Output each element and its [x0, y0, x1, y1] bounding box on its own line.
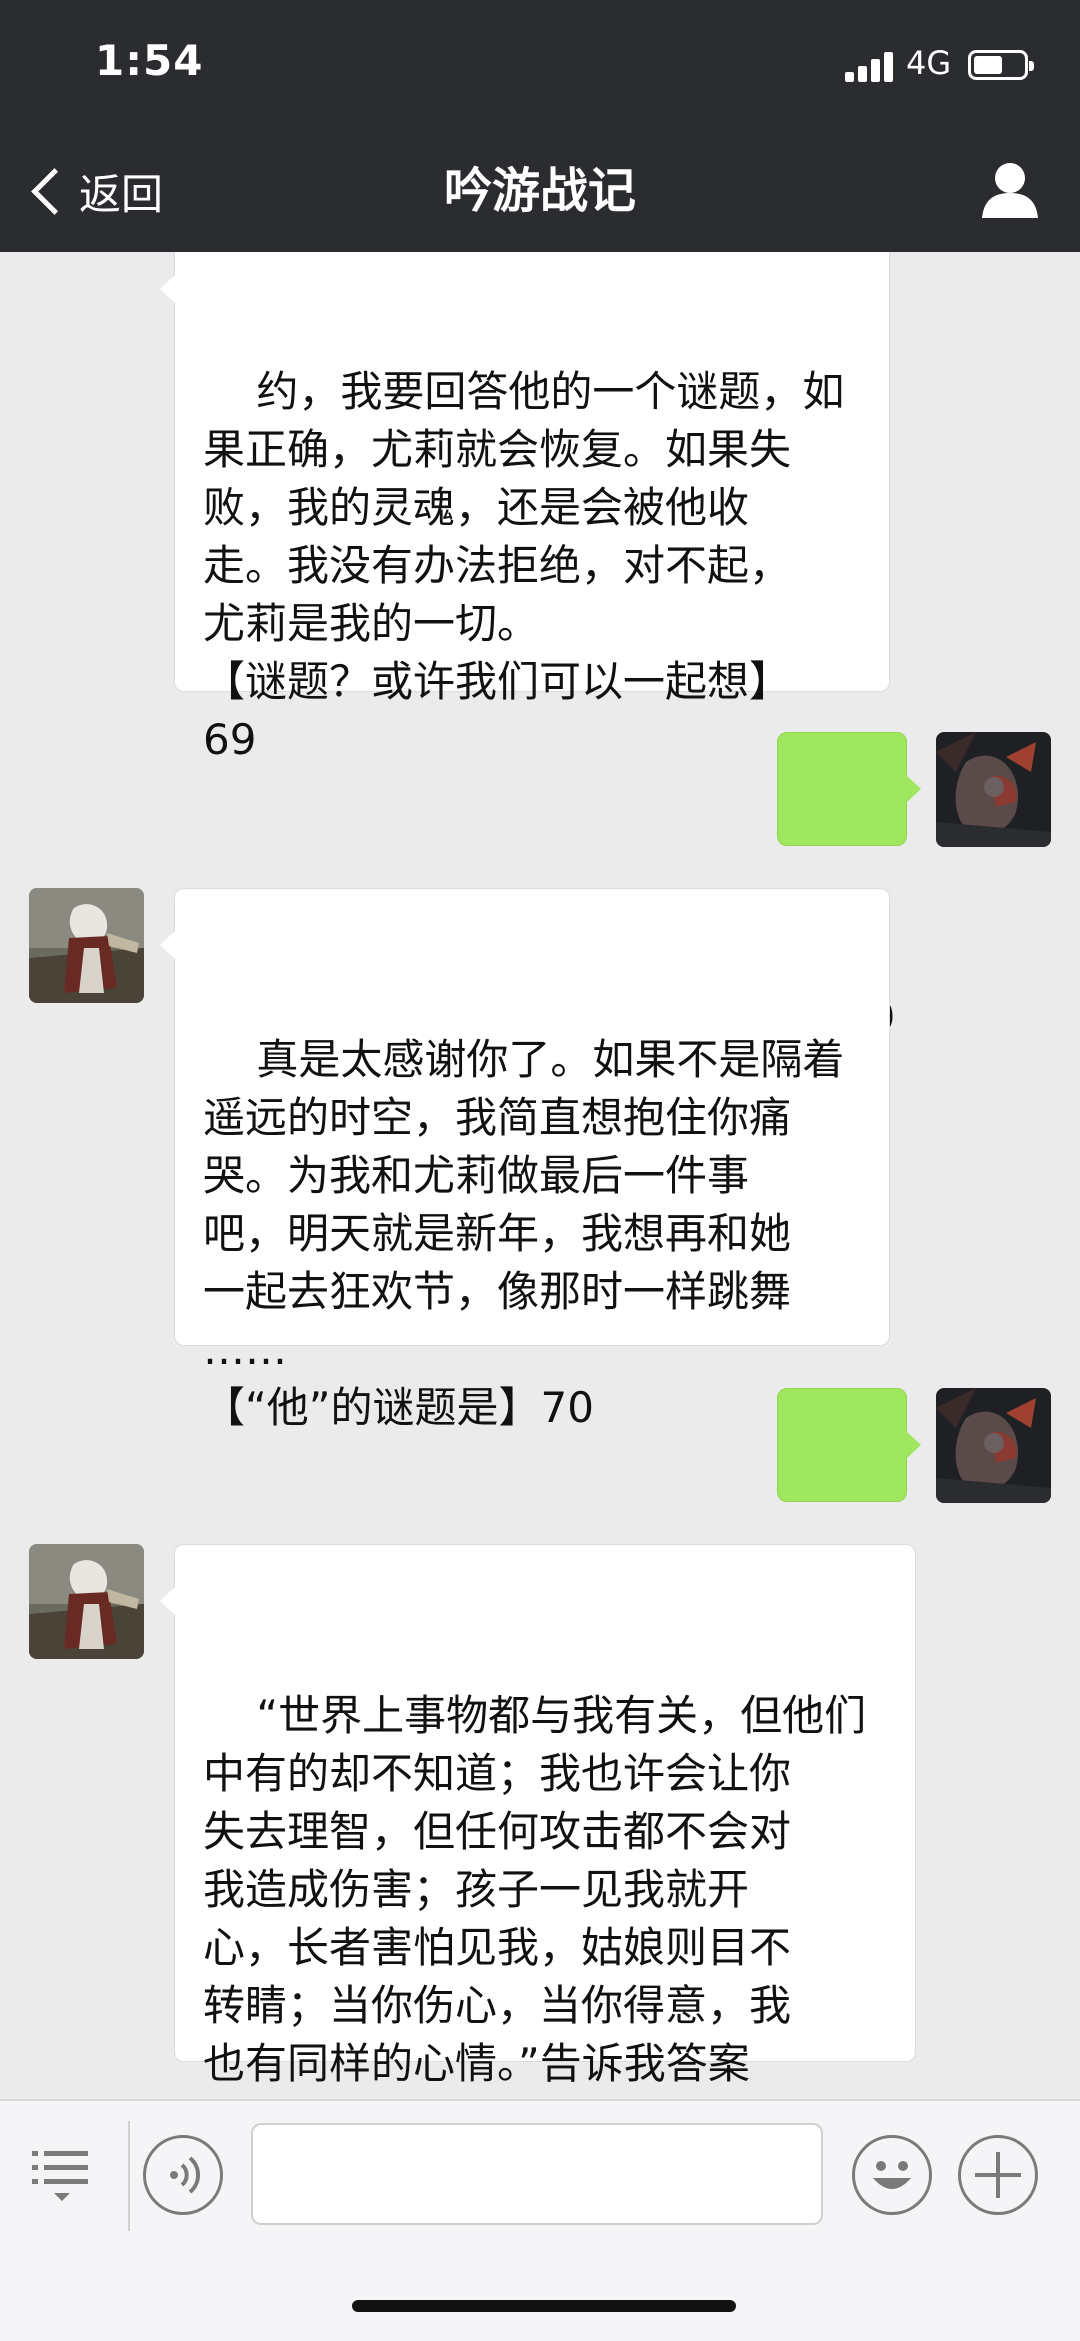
chat-area[interactable]: 约，我要回答他的一个谜题，如 果正确，尤莉就会恢复。如果失 败，我的灵魂，还是会…	[0, 252, 1080, 2099]
my-avatar[interactable]	[936, 732, 1051, 847]
message-bubble-received[interactable]: “世界上事物都与我有关，但他们 中有的却不知道；我也许会让你 失去理智，但任何攻…	[160, 1544, 916, 2099]
message-text: “世界上事物都与我有关，但他们 中有的却不知道；我也许会让你 失去理智，但任何攻…	[203, 1691, 867, 2099]
message-bubble-sent[interactable]: 69	[777, 732, 921, 1042]
my-avatar[interactable]	[936, 1388, 1051, 1503]
home-indicator[interactable]	[352, 2300, 736, 2312]
chat-title: 吟游战记	[443, 163, 636, 219]
plus-icon	[975, 2152, 1021, 2198]
network-type: 4G	[906, 44, 952, 82]
status-time: 1:54	[95, 36, 204, 85]
voice-button[interactable]	[143, 2135, 223, 2215]
message-text: 真是太感谢你了。如果不是隔着 遥远的时空，我简直想抱住你痛 哭。为我和尤莉做最后…	[203, 1035, 845, 1432]
voice-icon	[170, 2156, 201, 2194]
top-bar: 1:54 4G 返回 吟游战记	[0, 0, 1080, 252]
message-input[interactable]	[251, 2123, 823, 2225]
message-bubble-received[interactable]: 真是太感谢你了。如果不是隔着 遥远的时空，我简直想抱住你痛 哭。为我和尤莉做最后…	[160, 888, 890, 1432]
message-bubble-sent[interactable]: 70	[777, 1388, 921, 1698]
contact-avatar[interactable]	[29, 888, 144, 1003]
signal-icon	[845, 50, 897, 82]
list-menu-icon[interactable]	[30, 2143, 94, 2207]
plus-button[interactable]	[958, 2135, 1038, 2215]
divider	[128, 2121, 130, 2231]
profile-icon[interactable]	[980, 158, 1040, 220]
message-text: 约，我要回答他的一个谜题，如 果正确，尤莉就会恢复。如果失 败，我的灵魂，还是会…	[203, 367, 845, 764]
emoji-button[interactable]	[852, 2135, 932, 2215]
emoji-icon	[873, 2161, 911, 2189]
message-bubble-received[interactable]: 约，我要回答他的一个谜题，如 果正确，尤莉就会恢复。如果失 败，我的灵魂，还是会…	[160, 252, 890, 764]
battery-icon	[968, 50, 1034, 80]
contact-avatar[interactable]	[29, 1544, 144, 1659]
